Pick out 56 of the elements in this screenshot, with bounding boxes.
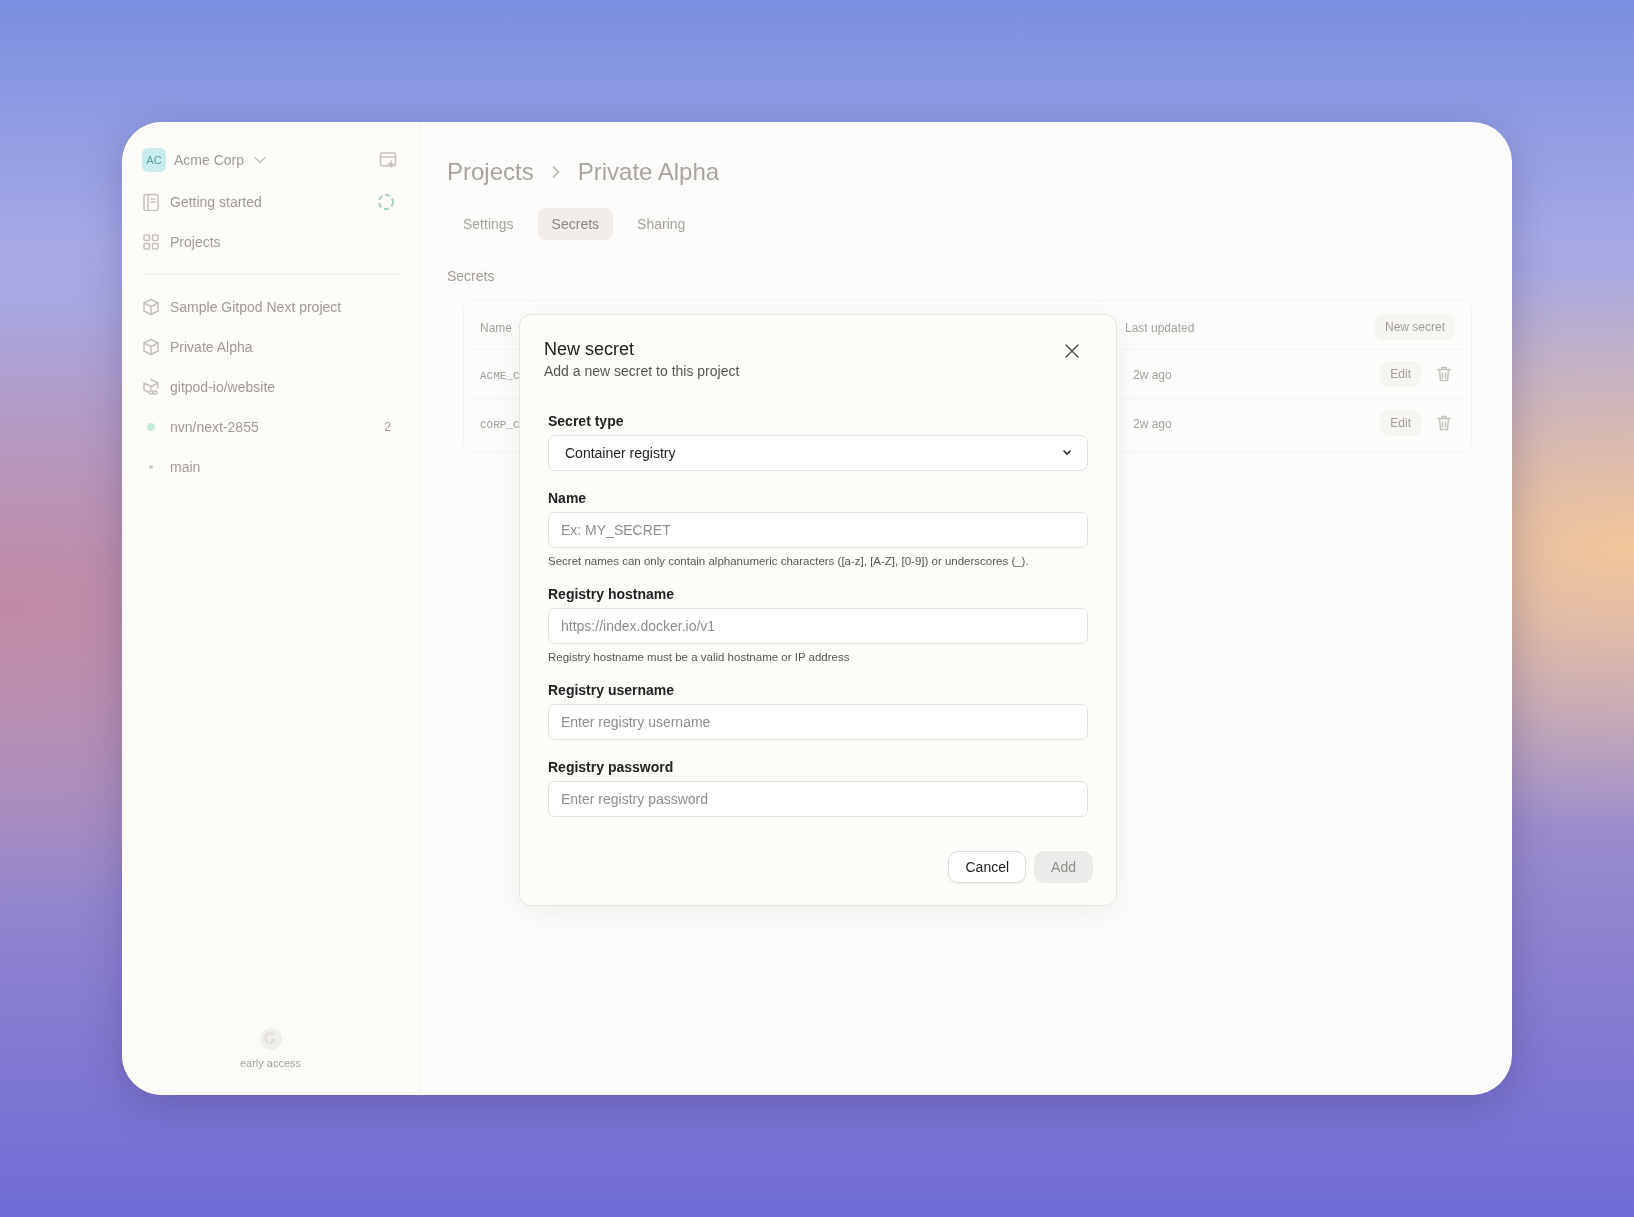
help-text: Secret names can only contain alphanumeric characters ([a-z], [A-Z], [0-9]) or underscores (_). <box>548 555 1030 567</box>
early-access-label: early access <box>239 1057 302 1069</box>
tab[interactable]: Sharing <box>623 208 700 240</box>
chevron-right-icon <box>551 166 560 178</box>
dot-icon <box>149 465 153 469</box>
field-label: Registry hostname <box>548 586 676 602</box>
close-button[interactable] <box>1062 341 1082 361</box>
column-header: Name <box>480 321 512 335</box>
tab[interactable]: Settings <box>449 208 528 240</box>
trash-icon <box>1437 415 1451 431</box>
input-field[interactable]: https://index.docker.io/v1 <box>548 608 1088 644</box>
close-icon <box>1065 344 1079 358</box>
sidebar-item[interactable]: Projects <box>140 233 221 251</box>
select-field[interactable]: Container registry <box>548 435 1088 471</box>
count-label: 2 <box>384 420 391 434</box>
document-icon <box>142 193 160 211</box>
field-label: Name <box>548 490 588 506</box>
chevron-down-icon <box>1063 450 1071 456</box>
dialog-button[interactable]: Cancel <box>948 851 1027 883</box>
input-field[interactable]: Enter registry password <box>548 781 1088 817</box>
sidebar-item[interactable]: Getting started <box>140 193 262 211</box>
table-cell: CORP_C <box>480 419 520 431</box>
input-field[interactable]: Ex: MY_SECRET <box>548 512 1088 548</box>
trash-icon <box>1437 366 1451 382</box>
field-label: Registry password <box>548 759 675 775</box>
org-avatar: AC <box>142 148 166 172</box>
breadcrumb-link[interactable]: Private Alpha <box>577 158 720 186</box>
sidebar-item[interactable]: nvn/next-2855 <box>140 418 259 436</box>
table-cell-text: 2w ago <box>1132 368 1172 382</box>
help-text: Registry hostname must be a valid hostname or IP address <box>548 651 851 663</box>
sidebar-item[interactable]: main <box>140 459 201 475</box>
column-header: Last updated <box>1125 321 1195 335</box>
field-label: Registry username <box>548 682 676 698</box>
org-switcher[interactable]: Acme Corp <box>166 152 375 168</box>
cube-icon <box>142 298 160 316</box>
sidebar-item[interactable]: gitpod-io/website <box>140 378 276 396</box>
section-title: Secrets <box>447 268 496 284</box>
dialog-subtitle: Add a new secret to this project <box>544 363 740 379</box>
cube-link-icon <box>142 378 160 396</box>
table-cell: ACME_C <box>480 370 520 382</box>
tab[interactable]: Secrets <box>537 208 614 240</box>
dialog-title: New secret <box>544 338 636 361</box>
table-cell-text: 2w ago <box>1132 417 1172 431</box>
edit-button[interactable]: Edit <box>1380 361 1421 387</box>
edit-button[interactable]: Edit <box>1380 410 1421 436</box>
window-plus-icon <box>379 151 397 169</box>
grid-icon <box>142 233 160 251</box>
field-label: Secret type <box>548 413 625 429</box>
logo-icon <box>258 1027 283 1051</box>
cube-icon <box>142 338 160 356</box>
sidebar-item[interactable]: Sample Gitpod Next project <box>140 298 342 316</box>
breadcrumb-link[interactable]: Projects <box>447 158 534 186</box>
new-secret-button[interactable]: New secret <box>1374 314 1455 340</box>
input-field[interactable]: Enter registry username <box>548 704 1088 740</box>
chevron-down-icon <box>254 156 267 164</box>
sidebar-item[interactable]: Private Alpha <box>140 338 253 356</box>
